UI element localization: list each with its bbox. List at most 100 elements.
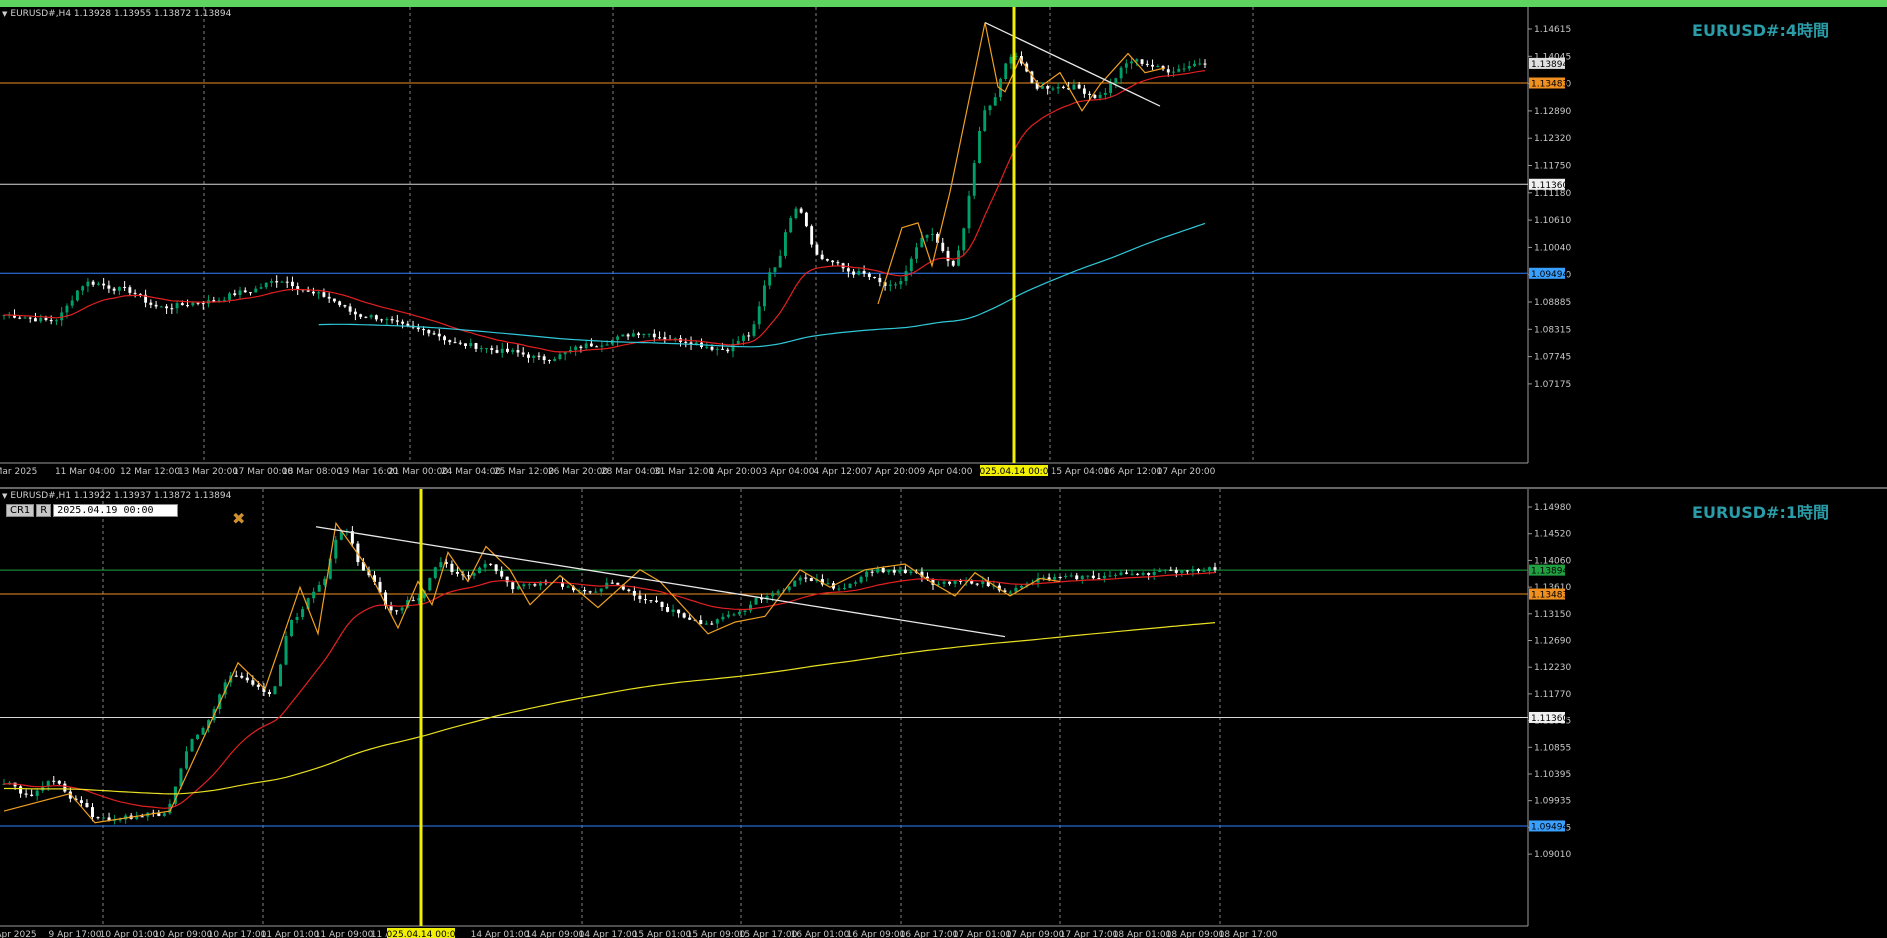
time-axis-label: 14 Apr 17:00	[579, 930, 638, 938]
candle-bull	[631, 333, 635, 337]
candle-bull	[1202, 570, 1206, 572]
candle-bear	[506, 348, 509, 352]
candle-bear	[946, 250, 950, 261]
candle-bear	[448, 340, 452, 343]
ma-red-line	[4, 70, 1206, 353]
time-axis-label: 15 Apr 09:00	[687, 930, 746, 938]
h4-chart-title: EURUSD#:4時間	[1692, 21, 1829, 40]
time-axis-label: 1 Apr 20:00	[709, 467, 762, 477]
time-axis-label: 26 Mar 20:00	[548, 467, 608, 477]
candle-bear	[1125, 572, 1129, 574]
price-badge-label: 1.13483	[1531, 591, 1568, 601]
candle-bear	[489, 563, 493, 565]
candle-bull	[574, 346, 578, 350]
candle-bull	[742, 335, 745, 341]
candle-bear	[638, 595, 642, 600]
candle-bear	[1151, 64, 1154, 67]
candle-bull	[642, 333, 646, 336]
time-axis-label: 28 Mar 04:00	[601, 467, 661, 477]
candle-bull	[865, 571, 869, 577]
candle-bull	[317, 292, 321, 294]
price-axis-label: 1.12690	[1534, 637, 1571, 647]
candle-bear	[422, 329, 425, 331]
candle-bear	[643, 599, 647, 601]
candle-bear	[1147, 573, 1151, 575]
cursor-time-label: 2025.04.14 00:00	[974, 467, 1055, 477]
price-badge-label: 1.09494	[1531, 270, 1568, 280]
candle-bear	[332, 298, 336, 302]
time-axis-label: 15 Apr 04:00	[1051, 467, 1110, 477]
candle-bear	[123, 287, 127, 289]
candle-bear	[1166, 69, 1170, 73]
candle-bear	[180, 303, 184, 306]
candle-bull	[776, 591, 780, 593]
candle-bear	[588, 591, 592, 593]
cr1-label[interactable]: CR1	[6, 504, 35, 517]
candle-bull	[1072, 84, 1076, 90]
cr-date-field[interactable]: 2025.04.19 00:00	[53, 504, 179, 517]
time-axis-label: 10 Apr 01:00	[100, 930, 159, 938]
candle-bear	[799, 208, 803, 213]
candle-bull	[837, 588, 841, 590]
candle-bear	[395, 610, 399, 612]
ma-red-line	[3, 572, 1216, 809]
chart-pane-h4[interactable]: Mar 2025 11 Mar 04:00 12 Mar 12:0013 Mar 2…	[0, 7, 1887, 487]
candle-bear	[516, 350, 520, 353]
price-axis-label: 1.07745	[1534, 353, 1571, 363]
candle-bull	[599, 588, 603, 592]
r-label[interactable]: R	[36, 504, 52, 517]
candle-bear	[96, 817, 100, 819]
candle-bull	[301, 609, 305, 617]
candle-bear	[443, 336, 446, 341]
candle-bull	[479, 348, 483, 350]
candle-bull	[1056, 86, 1060, 89]
candle-bull	[400, 607, 404, 611]
candle-bear	[291, 281, 294, 287]
candle-bull	[763, 285, 766, 307]
collapse-triangle-icon[interactable]: ▼	[2, 10, 7, 18]
candle-bull	[55, 320, 58, 322]
candle-bull	[909, 258, 913, 272]
candle-bull	[196, 734, 200, 740]
price-axis-label: 1.11750	[1534, 162, 1571, 172]
crosshair-tool-icon[interactable]: ✖	[232, 509, 245, 528]
candle-bull	[312, 591, 316, 599]
candle-bull	[201, 727, 205, 735]
candle-bear	[474, 343, 478, 349]
candle-bear	[537, 355, 541, 357]
candle-bull	[175, 303, 179, 309]
time-axis-label: 9 Apr 17:00	[49, 930, 102, 938]
time-axis-label: 16 Apr 12:00	[1104, 467, 1163, 477]
candle-bull	[671, 609, 675, 612]
candle-bear	[527, 354, 530, 358]
time-axis-label: Apr 2025	[0, 930, 37, 938]
price-badge-label: 1.11360	[1531, 181, 1568, 191]
price-axis-label: 1.08315	[1534, 325, 1571, 335]
candle-bull	[23, 317, 27, 319]
candle-bear	[903, 569, 907, 574]
candle-bear	[311, 291, 315, 294]
candle-bear	[637, 333, 641, 336]
candle-bear	[649, 600, 653, 602]
candle-bear	[825, 259, 829, 261]
candle-bull	[894, 284, 898, 286]
h4-chart-canvas[interactable]: Mar 2025 11 Mar 04:00 12 Mar 12:0013 Mar 2…	[0, 7, 1887, 487]
chart-pane-h1[interactable]: Apr 2025 9 Apr 17:0010 Apr 01:0010 Apr 09…	[0, 489, 1887, 938]
price-badge-label: 1.13894	[1531, 567, 1568, 577]
h1-chart-canvas[interactable]: Apr 2025 9 Apr 17:0010 Apr 01:0010 Apr 09…	[0, 489, 1887, 938]
price-badge-label: 1.13483	[1531, 79, 1568, 89]
candle-bull	[259, 287, 263, 289]
candle-bear	[870, 571, 874, 573]
price-badge-label: 1.13894	[1531, 60, 1568, 70]
candle-bear	[616, 582, 620, 585]
candle-bear	[128, 287, 132, 293]
candle-bear	[353, 311, 357, 315]
price-axis-label: 1.14615	[1534, 25, 1571, 35]
candle-bull	[721, 616, 725, 620]
candle-bull	[439, 562, 443, 568]
candle-bull	[768, 272, 772, 286]
collapse-triangle-icon[interactable]: ▼	[2, 492, 7, 500]
candle-bear	[243, 290, 247, 293]
candle-bull	[726, 614, 730, 617]
time-axis-label: 24 Mar 04:00	[441, 467, 501, 477]
